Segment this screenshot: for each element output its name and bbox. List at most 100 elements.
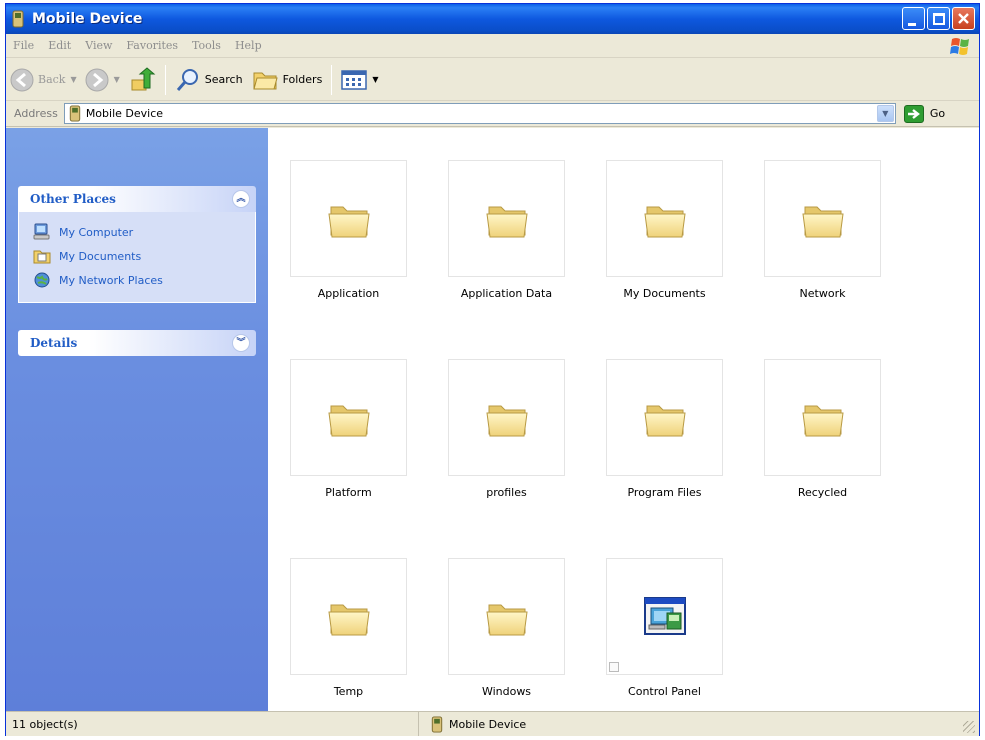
go-label: Go bbox=[929, 107, 946, 120]
forward-button[interactable]: ▼ bbox=[81, 63, 124, 97]
details-header[interactable]: Details ︾ bbox=[18, 330, 256, 356]
thumbnail bbox=[290, 160, 407, 277]
thumbnail bbox=[606, 160, 723, 277]
back-dropdown-icon[interactable]: ▼ bbox=[70, 75, 76, 84]
up-folder-button[interactable] bbox=[124, 63, 160, 97]
status-location: Mobile Device bbox=[419, 712, 526, 736]
place-my-documents[interactable]: My Documents bbox=[33, 244, 255, 268]
views-dropdown-icon[interactable]: ▼ bbox=[372, 75, 378, 84]
thumbnail bbox=[764, 160, 881, 277]
close-icon bbox=[958, 13, 969, 24]
thumbnail bbox=[290, 558, 407, 675]
menu-help[interactable]: Help bbox=[228, 39, 269, 52]
place-my-computer[interactable]: My Computer bbox=[33, 220, 255, 244]
item-label: profiles bbox=[486, 486, 527, 499]
folder-icon bbox=[799, 195, 847, 243]
other-places-title: Other Places bbox=[30, 192, 116, 206]
item-label: Application Data bbox=[460, 287, 553, 300]
search-label: Search bbox=[204, 73, 243, 86]
back-button[interactable]: Back ▼ bbox=[6, 63, 81, 97]
item-label: Control Panel bbox=[628, 685, 701, 698]
item-temp[interactable]: Temp bbox=[290, 558, 408, 698]
address-input[interactable]: Mobile Device ▼ bbox=[63, 103, 896, 124]
mobile-device-icon bbox=[69, 105, 81, 122]
thumbnail bbox=[764, 359, 881, 476]
folders-button[interactable]: Folders bbox=[247, 63, 327, 97]
minimize-button[interactable] bbox=[902, 7, 925, 30]
address-dropdown-icon[interactable]: ▼ bbox=[876, 105, 894, 122]
item-platform[interactable]: Platform bbox=[290, 359, 408, 499]
status-location-label: Mobile Device bbox=[449, 717, 527, 731]
item-application-data[interactable]: Application Data bbox=[448, 160, 566, 300]
folder-icon bbox=[799, 394, 847, 442]
network-places-icon bbox=[34, 272, 50, 288]
thumbnail bbox=[290, 359, 407, 476]
item-profiles[interactable]: profiles bbox=[448, 359, 566, 499]
item-my-documents[interactable]: My Documents bbox=[606, 160, 724, 300]
search-icon bbox=[176, 68, 198, 91]
menu-bar: File Edit View Favorites Tools Help bbox=[6, 34, 979, 58]
go-button[interactable]: Go bbox=[903, 104, 946, 123]
other-places-body: My Computer My Documents My Network Plac… bbox=[18, 212, 256, 303]
other-places-panel: Other Places ︽ My Computer My Documents … bbox=[18, 186, 256, 303]
thumbnail bbox=[448, 359, 565, 476]
expand-chevron-icon[interactable]: ︾ bbox=[232, 334, 250, 352]
search-button[interactable]: Search bbox=[171, 63, 247, 97]
menu-favorites[interactable]: Favorites bbox=[119, 39, 185, 52]
item-label: Program Files bbox=[627, 486, 702, 499]
folder-icon bbox=[483, 394, 531, 442]
address-value: Mobile Device bbox=[85, 107, 164, 120]
shortcut-arrow-icon bbox=[609, 662, 619, 672]
address-label: Address bbox=[14, 107, 58, 120]
item-program-files[interactable]: Program Files bbox=[606, 359, 724, 499]
thumbnail bbox=[448, 558, 565, 675]
control-panel-icon bbox=[643, 596, 686, 635]
resize-grip[interactable] bbox=[963, 721, 975, 733]
folder-icon bbox=[641, 195, 689, 243]
folders-label: Folders bbox=[282, 73, 323, 86]
place-label: My Documents bbox=[59, 249, 142, 263]
toolbar-separator bbox=[331, 64, 333, 95]
address-bar: Address Mobile Device ▼ Go bbox=[6, 101, 979, 127]
collapse-chevron-icon[interactable]: ︽ bbox=[232, 190, 250, 208]
my-computer-icon bbox=[33, 223, 50, 240]
item-network[interactable]: Network bbox=[764, 160, 882, 300]
views-button[interactable]: ▼ bbox=[337, 63, 382, 97]
back-label: Back bbox=[38, 73, 66, 86]
folder-icon bbox=[325, 593, 373, 641]
views-icon bbox=[341, 69, 368, 90]
place-my-network-places[interactable]: My Network Places bbox=[33, 268, 255, 292]
toolbar-separator bbox=[164, 64, 166, 95]
folders-icon bbox=[252, 72, 278, 89]
folder-icon bbox=[483, 195, 531, 243]
item-control-panel[interactable]: Control Panel bbox=[606, 558, 724, 698]
menu-tools[interactable]: Tools bbox=[185, 39, 228, 52]
explorer-window: Mobile Device File Edit View Favorites T… bbox=[5, 3, 980, 736]
windows-logo-icon bbox=[950, 38, 969, 55]
title-bar[interactable]: Mobile Device bbox=[6, 4, 979, 34]
menu-view[interactable]: View bbox=[78, 39, 119, 52]
menu-file[interactable]: File bbox=[6, 39, 41, 52]
item-label: My Documents bbox=[623, 287, 706, 300]
file-view: Application Application Data My Document… bbox=[268, 128, 979, 711]
item-label: Application bbox=[317, 287, 380, 300]
item-label: Network bbox=[799, 287, 846, 300]
folder-icon bbox=[483, 593, 531, 641]
mobile-device-icon bbox=[431, 716, 443, 733]
item-windows[interactable]: Windows bbox=[448, 558, 566, 698]
place-label: My Network Places bbox=[59, 273, 163, 287]
back-arrow-icon bbox=[10, 68, 34, 91]
maximize-button[interactable] bbox=[927, 7, 950, 30]
forward-arrow-icon bbox=[85, 68, 109, 91]
task-pane: Other Places ︽ My Computer My Documents … bbox=[6, 128, 268, 711]
item-application[interactable]: Application bbox=[290, 160, 408, 300]
menu-edit[interactable]: Edit bbox=[41, 39, 78, 52]
object-count: 11 object(s) bbox=[6, 712, 419, 736]
forward-dropdown-icon[interactable]: ▼ bbox=[114, 75, 120, 84]
thumbnail bbox=[448, 160, 565, 277]
other-places-header[interactable]: Other Places ︽ bbox=[18, 186, 256, 212]
item-recycled[interactable]: Recycled bbox=[764, 359, 882, 499]
up-folder-icon bbox=[131, 66, 156, 90]
details-panel: Details ︾ bbox=[18, 330, 256, 356]
close-button[interactable] bbox=[952, 7, 975, 30]
